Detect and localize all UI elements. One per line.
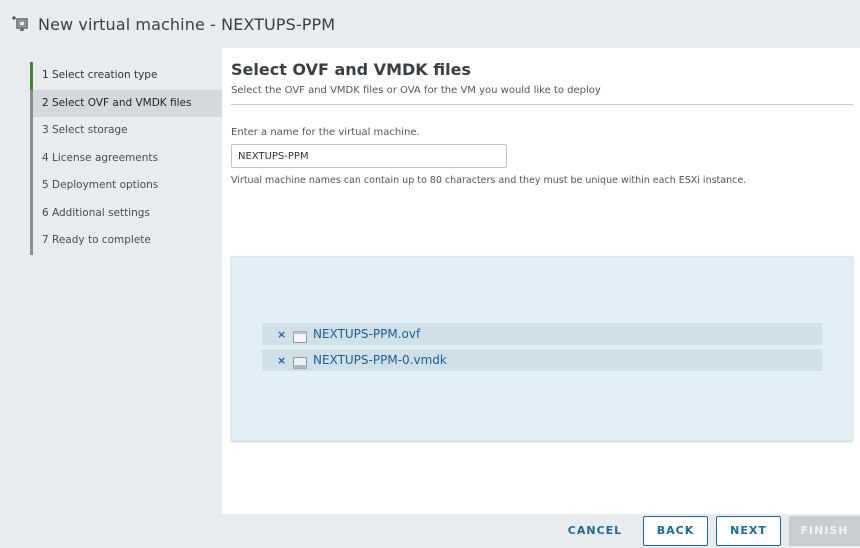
vm-name-help-text: Virtual machine names can contain up to …: [231, 175, 747, 186]
wizard-sidebar: 1 Select creation type 2 Select OVF and …: [0, 48, 222, 514]
step-select-ovf-vmdk-files[interactable]: 2 Select OVF and VMDK files: [33, 89, 222, 117]
step-ready-to-complete: 7 Ready to complete: [42, 234, 151, 246]
file-list-item: × NEXTUPS-PPM.ovf: [262, 323, 822, 345]
cancel-button[interactable]: CANCEL: [556, 516, 634, 546]
file-drop-zone[interactable]: × NEXTUPS-PPM.ovf × NEXTUPS-PPM-0.vmdk: [231, 256, 853, 441]
step-deployment-options: 5 Deployment options: [42, 179, 159, 191]
wizard-footer: CANCEL BACK NEXT FINISH: [0, 514, 860, 548]
page-title: Select OVF and VMDK files: [231, 60, 471, 79]
finish-button[interactable]: FINISH: [789, 516, 860, 546]
step-select-creation-type[interactable]: 1 Select creation type: [30, 62, 222, 90]
step-additional-settings: 6 Additional settings: [42, 206, 150, 219]
dialog-title: New virtual machine - NEXTUPS-PPM: [38, 14, 336, 34]
dialog-titlebar: New virtual machine - NEXTUPS-PPM: [0, 0, 860, 48]
new-vm-dialog: New virtual machine - NEXTUPS-PPM 1 Sele…: [0, 0, 860, 548]
vmdk-disk-icon: [293, 354, 307, 369]
ovf-file-icon: [293, 328, 307, 343]
file-name: NEXTUPS-PPM.ovf: [313, 327, 421, 341]
back-button[interactable]: BACK: [643, 516, 708, 546]
wizard-steps: 1 Select creation type 2 Select OVF and …: [30, 62, 222, 255]
step-license-agreements: 4 License agreements: [42, 151, 158, 164]
next-button[interactable]: NEXT: [716, 516, 781, 546]
vm-name-input[interactable]: [231, 144, 507, 168]
vm-name-label: Enter a name for the virtual machine.: [231, 127, 420, 138]
step-select-storage: 3 Select storage: [42, 124, 128, 136]
file-name: NEXTUPS-PPM-0.vmdk: [313, 353, 447, 367]
wizard-content: 1 Select creation type 2 Select OVF and …: [0, 48, 860, 514]
remove-file-icon[interactable]: ×: [277, 354, 293, 367]
remove-file-icon[interactable]: ×: [277, 328, 293, 341]
page-subtitle: Select the OVF and VMDK files or OVA for…: [231, 85, 853, 105]
file-list-item: × NEXTUPS-PPM-0.vmdk: [262, 349, 822, 371]
wizard-main-panel: Select OVF and VMDK files Select the OVF…: [231, 58, 853, 441]
add-vm-icon: [10, 14, 30, 34]
